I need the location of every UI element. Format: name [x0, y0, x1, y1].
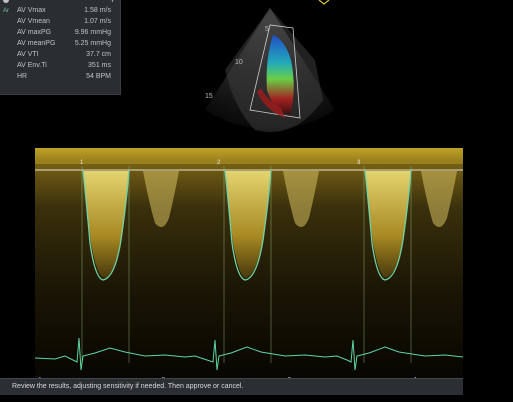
measurement-row[interactable]: AV maxPG 9.96 mmHg	[0, 28, 120, 38]
measurement-label: AV Vmean	[17, 18, 50, 25]
measurement-row[interactable]: AV Env.Ti 351 ms	[0, 61, 120, 71]
add-measurement-icon[interactable]: +	[110, 0, 115, 5]
measurement-row[interactable]: AV VTI 37.7 cm	[0, 50, 120, 60]
measurement-label: AV Env.Ti	[17, 62, 47, 69]
spectral-doppler-strip[interactable]: 1 2 3 -4 -3 -2 -1	[35, 148, 463, 386]
measurement-row[interactable]: AV Vmean 1.07 m/s	[0, 17, 120, 27]
depth-label: 15	[205, 93, 213, 100]
panel-handle-icon[interactable]	[3, 0, 9, 3]
active-measurement-indicator: Ar	[3, 8, 9, 14]
depth-label: 10	[235, 59, 243, 66]
measurement-value: 37.7 cm	[86, 51, 111, 58]
status-bar: Review the results, adjusting sensitivit…	[0, 378, 463, 395]
measurement-value: 5.25 mmHg	[74, 40, 111, 47]
measurement-label: AV maxPG	[17, 29, 52, 36]
measurement-value: 351 ms	[88, 62, 111, 69]
measurement-row[interactable]: AV meanPG 5.25 mmHg	[0, 39, 120, 49]
measurement-value: 54 BPM	[86, 73, 111, 80]
status-message: Review the results, adjusting sensitivit…	[12, 383, 244, 390]
measurement-row[interactable]: HR 54 BPM	[0, 72, 120, 82]
measurement-label: HR	[17, 73, 28, 80]
depth-label: 5	[265, 26, 269, 33]
measurement-label: AV Vmax	[17, 7, 46, 14]
measurement-label: AV VTI	[17, 51, 39, 58]
measurement-row[interactable]: Ar AV Vmax 1.58 m/s	[0, 6, 120, 16]
echo-sector-image: 5 10 15	[205, 8, 335, 132]
measurement-value: 1.58 m/s	[84, 7, 111, 14]
measurement-label: AV meanPG	[17, 40, 56, 47]
measurement-value: 9.96 mmHg	[74, 29, 111, 36]
measurements-panel: + Ar AV Vmax 1.58 m/s AV Vmean 1.07 m/s …	[0, 0, 121, 95]
measurement-value: 1.07 m/s	[84, 18, 111, 25]
